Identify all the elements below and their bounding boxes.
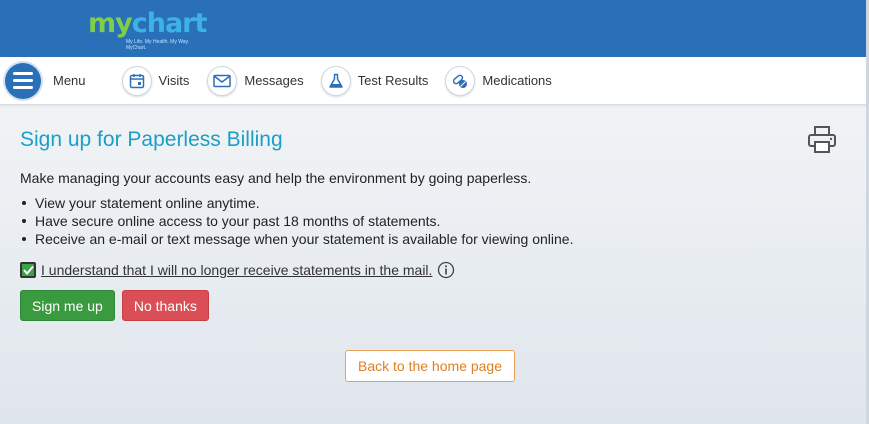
list-item: View your statement online anytime. <box>20 194 574 212</box>
benefits-list: View your statement online anytime. Have… <box>20 194 574 248</box>
print-icon[interactable] <box>806 125 838 155</box>
nav-label-test-results: Test Results <box>357 73 429 88</box>
page-title: Sign up for Paperless Billing <box>20 128 283 151</box>
nav-item-visits[interactable]: Visits <box>121 57 190 105</box>
list-item: Receive an e-mail or text message when y… <box>20 230 574 248</box>
action-buttons: Sign me up No thanks <box>20 290 209 321</box>
flask-icon <box>320 65 351 96</box>
calendar-icon <box>121 65 152 96</box>
app-header: mychart My Life. My Health. My Way. MyCh… <box>0 0 869 57</box>
agreement-row: I understand that I will no longer recei… <box>20 261 455 279</box>
menu-label: Menu <box>53 73 86 88</box>
nav-label-messages: Messages <box>244 73 304 88</box>
list-item: Have secure online access to your past 1… <box>20 212 574 230</box>
main-nav: Menu Visits Messages Test Results Medica… <box>0 57 869 105</box>
checkmark-icon <box>22 265 34 275</box>
nav-item-test-results[interactable]: Test Results <box>320 57 429 105</box>
nav-label-medications: Medications <box>482 73 552 88</box>
agreement-label[interactable]: I understand that I will no longer recei… <box>41 262 432 278</box>
pills-icon <box>445 65 476 96</box>
nav-label-visits: Visits <box>158 73 190 88</box>
agreement-checkbox[interactable] <box>20 262 36 278</box>
menu-button[interactable]: Menu <box>0 57 86 105</box>
nav-item-messages[interactable]: Messages <box>207 57 304 105</box>
logo-tagline: My Life. My Health. My Way. MyChart. <box>126 39 190 51</box>
envelope-icon <box>207 65 238 96</box>
sign-me-up-button[interactable]: Sign me up <box>20 290 115 321</box>
intro-text: Make managing your accounts easy and hel… <box>20 170 532 186</box>
back-to-home-button[interactable]: Back to the home page <box>345 350 515 382</box>
hamburger-icon <box>5 62 41 99</box>
nav-item-medications[interactable]: Medications <box>445 57 552 105</box>
no-thanks-button[interactable]: No thanks <box>121 290 209 321</box>
info-icon[interactable] <box>437 261 455 279</box>
mychart-logo[interactable]: mychart My Life. My Health. My Way. MyCh… <box>86 6 208 51</box>
logo-wordmark: mychart <box>88 8 207 39</box>
